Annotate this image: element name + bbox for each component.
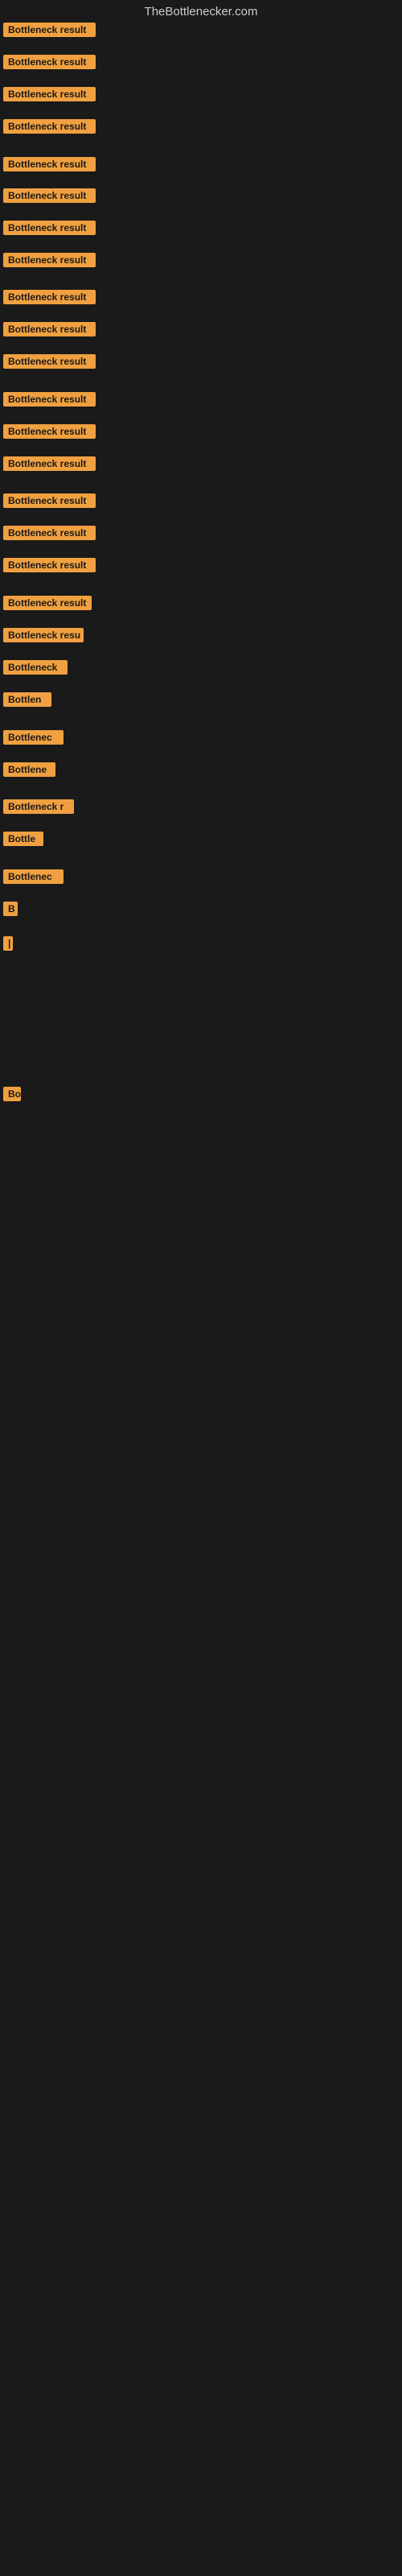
bottleneck-badge[interactable]: Bottleneck result [3, 290, 96, 304]
bottleneck-badge[interactable]: Bottlenec [3, 730, 64, 745]
list-item: B [3, 902, 18, 920]
list-item: | [3, 936, 13, 955]
list-item: Bottleneck r [3, 799, 74, 818]
list-item: Bottleneck result [3, 456, 96, 475]
bottleneck-badge[interactable]: Bottleneck result [3, 322, 96, 336]
list-item: Bottlen [3, 692, 51, 711]
bottleneck-badge[interactable]: Bottleneck result [3, 424, 96, 439]
bottleneck-badge[interactable]: Bottleneck result [3, 456, 96, 471]
bottleneck-badge[interactable]: Bottleneck r [3, 799, 74, 814]
bottleneck-badge[interactable]: Bottleneck result [3, 493, 96, 508]
list-item: Bottleneck result [3, 119, 96, 138]
page-container: TheBottlenecker.com Bottleneck result Bot… [0, 0, 402, 2576]
list-item: Bottleneck resu [3, 628, 84, 646]
bottleneck-badge[interactable]: Bottleneck resu [3, 628, 84, 642]
list-item: Bottlenec [3, 869, 64, 888]
list-item: Bottleneck result [3, 23, 96, 41]
list-item: Bottlenec [3, 730, 64, 749]
bottleneck-badge[interactable]: Bottleneck result [3, 157, 96, 171]
bottleneck-badge[interactable]: Bottleneck result [3, 119, 96, 134]
list-item: Bottleneck result [3, 253, 96, 271]
list-item: Bottleneck result [3, 87, 96, 105]
list-item: Bottleneck result [3, 188, 96, 207]
bottleneck-badge[interactable]: Bottleneck result [3, 221, 96, 235]
bottleneck-badge[interactable]: Bottleneck result [3, 354, 96, 369]
bottleneck-badge[interactable]: Bottlen [3, 692, 51, 707]
bottleneck-badge[interactable]: Bottlenec [3, 869, 64, 884]
bottleneck-badge[interactable]: Bottleneck result [3, 188, 96, 203]
bottleneck-badge[interactable]: Bottleneck result [3, 253, 96, 267]
bottleneck-badge[interactable]: Bottleneck result [3, 596, 92, 610]
bottleneck-badge[interactable]: Bottlene [3, 762, 55, 777]
list-item: Bottleneck result [3, 493, 96, 512]
list-item: Bottleneck result [3, 157, 96, 175]
list-item: Bottleneck [3, 660, 68, 679]
list-item: Bottleneck result [3, 424, 96, 443]
bottleneck-badge[interactable]: Bottleneck result [3, 392, 96, 407]
bottleneck-badge[interactable]: Bottleneck [3, 660, 68, 675]
list-item: Bottleneck result [3, 596, 92, 614]
list-item: Bottleneck result [3, 322, 96, 341]
list-item: Bottlene [3, 762, 55, 781]
bottleneck-badge[interactable]: Bottleneck result [3, 23, 96, 37]
list-item: Bottle [3, 832, 43, 850]
bottleneck-badge[interactable]: B [3, 902, 18, 916]
bottleneck-badge[interactable]: Bottleneck result [3, 526, 96, 540]
list-item: Bottleneck result [3, 392, 96, 411]
bottleneck-badge[interactable]: Bottleneck result [3, 558, 96, 572]
bottleneck-badge[interactable]: Bottleneck result [3, 87, 96, 101]
list-item: Bottleneck result [3, 354, 96, 373]
list-item: Bottleneck result [3, 221, 96, 239]
list-item: Bottleneck result [3, 558, 96, 576]
bottleneck-badge[interactable]: Bo [3, 1087, 21, 1101]
site-title: TheBottlenecker.com [0, 0, 402, 19]
list-item: Bottleneck result [3, 290, 96, 308]
bottleneck-badge[interactable]: Bottle [3, 832, 43, 846]
list-item: Bottleneck result [3, 526, 96, 544]
list-item: Bo [3, 1087, 21, 1105]
site-title-text: TheBottlenecker.com [145, 5, 258, 19]
list-item: Bottleneck result [3, 55, 96, 73]
bottleneck-badge[interactable]: | [3, 936, 13, 951]
bottleneck-badge[interactable]: Bottleneck result [3, 55, 96, 69]
